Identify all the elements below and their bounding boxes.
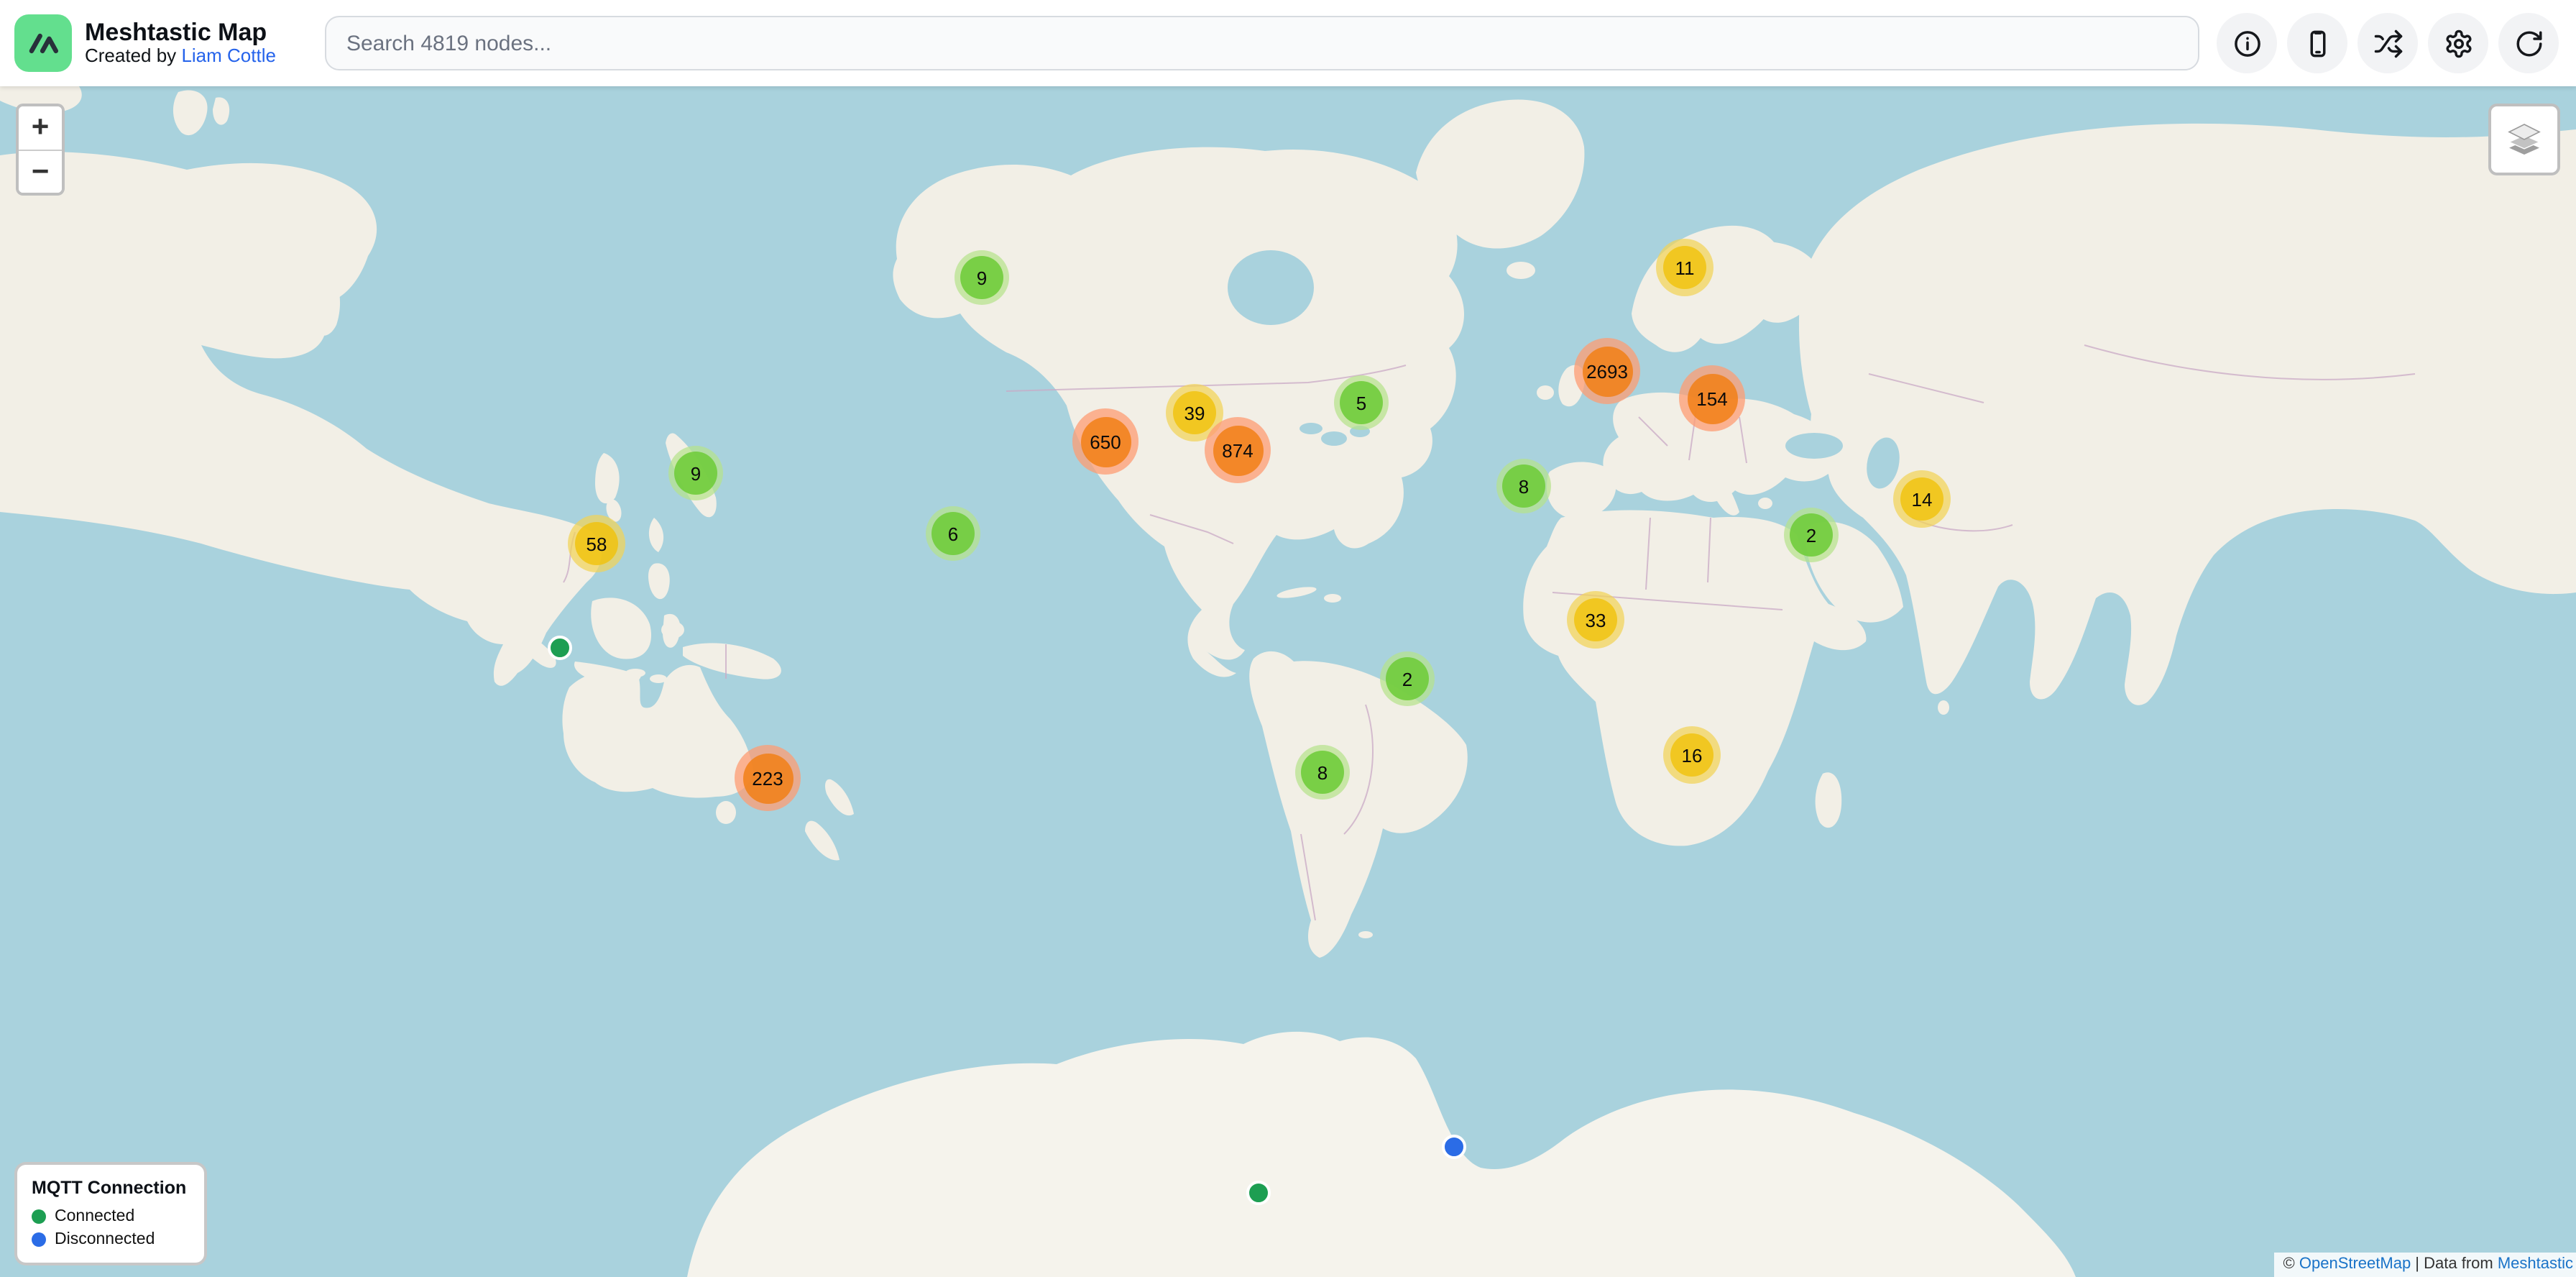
subtitle-prefix: Created by	[85, 45, 176, 66]
map-attribution: © OpenStreetMap | Data from Meshtastic	[2275, 1253, 2576, 1277]
cluster-marker[interactable]: 33	[1567, 591, 1624, 649]
cluster-marker[interactable]: 11	[1656, 239, 1714, 296]
cluster-marker[interactable]: 154	[1679, 365, 1745, 431]
info-button[interactable]	[2217, 13, 2277, 73]
mqtt-legend: MQTT Connection Connected Disconnected	[14, 1162, 207, 1265]
settings-button[interactable]	[2428, 13, 2488, 73]
cluster-count: 16	[1682, 744, 1703, 766]
osm-link[interactable]: OpenStreetMap	[2299, 1255, 2411, 1273]
top-bar: Meshtastic Map Created by Liam Cottle	[0, 0, 2576, 86]
layers-control[interactable]	[2488, 104, 2560, 175]
header-buttons	[2217, 13, 2559, 73]
cluster-count: 223	[752, 767, 783, 789]
map-canvas[interactable]: + − 911269315439650874589586214332168223…	[0, 86, 2576, 1277]
node-marker-connected[interactable]	[1246, 1180, 1270, 1204]
cluster-marker[interactable]: 14	[1893, 470, 1951, 528]
cluster-marker[interactable]: 2	[1380, 651, 1435, 706]
legend-dot	[32, 1232, 46, 1247]
cluster-count: 33	[1586, 609, 1606, 631]
zoom-in-button[interactable]: +	[19, 106, 62, 150]
copyright-symbol: ©	[2283, 1255, 2299, 1273]
cluster-count: 8	[1317, 761, 1328, 783]
world-map	[0, 86, 2576, 1277]
cluster-marker[interactable]: 9	[954, 250, 1009, 305]
gear-icon	[2443, 28, 2473, 58]
cluster-count: 2	[1402, 668, 1412, 690]
app-title-block: Meshtastic Map Created by Liam Cottle	[85, 19, 276, 67]
cluster-marker[interactable]: 2	[1784, 508, 1839, 562]
node-marker-connected[interactable]	[547, 635, 571, 659]
cluster-count: 2	[1806, 524, 1816, 546]
cluster-count: 39	[1184, 402, 1205, 424]
cluster-count: 5	[1356, 392, 1366, 413]
search-input[interactable]	[325, 16, 2199, 70]
mountain-glyph-icon	[24, 24, 62, 62]
smartphone-icon	[2302, 28, 2332, 58]
info-icon	[2232, 28, 2262, 58]
zoom-control: + −	[16, 104, 65, 196]
cluster-count: 874	[1222, 439, 1253, 461]
cluster-count: 58	[586, 533, 607, 554]
cluster-marker[interactable]: 9	[668, 446, 723, 500]
cluster-marker[interactable]: 16	[1663, 726, 1721, 784]
refresh-button[interactable]	[2498, 13, 2559, 73]
cluster-marker[interactable]: 223	[735, 745, 801, 811]
meshtastic-logo	[14, 14, 72, 72]
node-marker-disconnected[interactable]	[1441, 1134, 1466, 1158]
legend-label: Disconnected	[55, 1231, 155, 1248]
cluster-count: 9	[977, 267, 987, 288]
device-button[interactable]	[2287, 13, 2347, 73]
random-node-button[interactable]	[2358, 13, 2418, 73]
cluster-marker[interactable]: 5	[1334, 375, 1389, 430]
cluster-marker[interactable]: 874	[1205, 417, 1271, 483]
cluster-count: 650	[1090, 431, 1121, 452]
cluster-count: 9	[691, 462, 701, 484]
page-title: Meshtastic Map	[85, 19, 276, 46]
author-link[interactable]: Liam Cottle	[181, 45, 276, 66]
cluster-marker[interactable]: 650	[1072, 408, 1138, 475]
cluster-count: 2693	[1586, 360, 1628, 382]
cluster-marker[interactable]: 2693	[1574, 338, 1640, 404]
refresh-icon	[2513, 28, 2544, 58]
legend-item: Connected	[32, 1208, 187, 1225]
zoom-out-button[interactable]: −	[19, 150, 62, 193]
subtitle: Created by Liam Cottle	[85, 46, 276, 67]
legend-title: MQTT Connection	[32, 1178, 187, 1198]
legend-dot	[32, 1209, 46, 1224]
cluster-marker[interactable]: 6	[926, 506, 980, 561]
cluster-marker[interactable]: 58	[568, 515, 625, 572]
meshtastic-link[interactable]: Meshtastic	[2498, 1255, 2573, 1273]
legend-item: Disconnected	[32, 1231, 187, 1248]
cluster-count: 8	[1519, 475, 1529, 497]
cluster-marker[interactable]: 8	[1496, 459, 1551, 513]
legend-rows: Connected Disconnected	[32, 1208, 187, 1248]
cluster-count: 6	[948, 523, 958, 544]
cluster-count: 14	[1912, 488, 1933, 510]
cluster-count: 11	[1675, 257, 1695, 278]
legend-label: Connected	[55, 1208, 134, 1225]
shuffle-icon	[2373, 28, 2403, 58]
layers-icon	[2504, 119, 2544, 160]
cluster-marker[interactable]: 8	[1295, 745, 1350, 800]
cluster-count: 154	[1696, 388, 1727, 409]
attribution-separator: | Data from	[2411, 1255, 2498, 1273]
